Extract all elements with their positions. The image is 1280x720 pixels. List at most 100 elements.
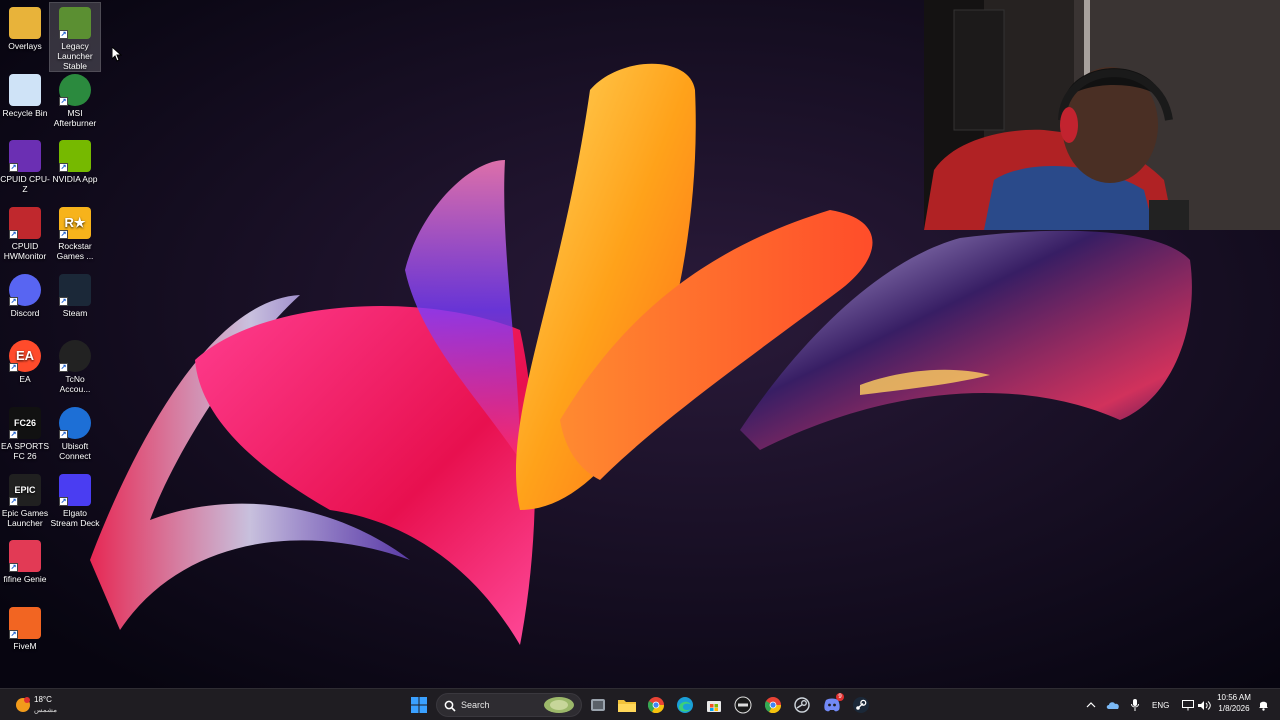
desktop-icon-label: Elgato Stream Deck <box>50 508 100 528</box>
desktop-icon-label: Recycle Bin <box>2 108 48 118</box>
desktop-icon-folder[interactable]: Overlays <box>0 3 50 51</box>
desktop-icon-rockstar[interactable]: R★ ↗ Rockstar Games ... <box>50 203 100 261</box>
chrome-icon <box>765 697 781 713</box>
show-hidden-icons-button[interactable] <box>1082 693 1100 717</box>
shortcut-arrow-icon: ↗ <box>59 430 68 439</box>
hwmonitor-icon: ↗ <box>9 207 41 239</box>
weather-widget[interactable]: 18°C مشمس <box>12 692 72 718</box>
desktop-icon-label: Ubisoft Connect <box>59 441 91 461</box>
folder-icon <box>9 7 41 39</box>
edge-icon <box>677 697 693 713</box>
ea-fc-icon: FC26 ↗ <box>9 407 41 439</box>
shortcut-arrow-icon: ↗ <box>9 497 18 506</box>
desktop-icon-nvidia[interactable]: ↗ NVIDIA App <box>50 136 100 184</box>
nvidia-icon: ↗ <box>59 140 91 172</box>
desktop-icon-fivem[interactable]: ↗ FiveM <box>0 603 50 651</box>
shortcut-arrow-icon: ↗ <box>9 630 18 639</box>
tcno-icon: ↗ <box>59 340 91 372</box>
microphone-icon <box>1131 699 1139 711</box>
chrome-button[interactable] <box>644 693 668 717</box>
shortcut-arrow-icon: ↗ <box>9 430 18 439</box>
desktop-icon-label: TcNo Accou... <box>59 374 91 394</box>
desktop-icon-hwmonitor[interactable]: ↗ CPUID HWMonitor <box>0 203 50 261</box>
shortcut-arrow-icon: ↗ <box>59 30 68 39</box>
shortcut-arrow-icon: ↗ <box>59 297 68 306</box>
desktop-icon-ea[interactable]: EA ↗ EA <box>0 336 50 384</box>
desktop-icon-label: Legacy Launcher Stable <box>57 41 93 71</box>
shortcut-arrow-icon: ↗ <box>59 97 68 106</box>
desktop-icon-ea-fc[interactable]: FC26 ↗ EA SPORTS FC 26 <box>0 403 50 461</box>
notifications-button[interactable] <box>1255 693 1271 717</box>
desktop-icon-label: Steam <box>62 308 88 318</box>
discord-taskbar-button[interactable]: 9 <box>820 693 844 717</box>
search-icon <box>444 700 456 712</box>
epic-games-icon: EPIC ↗ <box>9 474 41 506</box>
volume-icon <box>1197 700 1211 710</box>
cpu-z-icon: ↗ <box>9 140 41 172</box>
desktop-icon-msi-afterburner[interactable]: ↗ MSI Afterburner <box>50 70 100 128</box>
tcno-taskbar-button[interactable] <box>731 693 755 717</box>
cloud-icon <box>1106 702 1119 709</box>
shortcut-arrow-icon: ↗ <box>59 363 68 372</box>
clock[interactable]: 10:56 AM 1/8/2026 <box>1212 692 1256 718</box>
microphone-tray-button[interactable] <box>1125 693 1145 717</box>
weather-temperature: 18°C <box>34 695 52 704</box>
shortcut-arrow-icon: ↗ <box>9 563 18 572</box>
network-icon <box>1181 699 1194 710</box>
network-volume-tray-button[interactable] <box>1176 693 1216 717</box>
desktop-icon-fifine[interactable]: ↗ fifine Genie <box>0 536 50 584</box>
discord-notification-badge: 9 <box>836 693 844 701</box>
microsoft-store-button[interactable] <box>702 693 726 717</box>
file-explorer-icon <box>618 700 636 712</box>
desktop-icon-label: Discord <box>10 308 40 318</box>
desktop-icon-epic-games[interactable]: EPIC ↗ Epic Games Launcher <box>0 470 50 528</box>
steam-taskbar-button[interactable] <box>849 693 873 717</box>
desktop-icon-label: CPUID CPU-Z <box>0 174 50 194</box>
desktop-icon-steam[interactable]: ↗ Steam <box>50 270 100 318</box>
icon-glyph: EPIC <box>14 485 36 495</box>
minecraft-grass-block-icon: ↗ <box>59 7 91 39</box>
search-label: Search <box>461 700 490 710</box>
shortcut-arrow-icon: ↗ <box>9 163 18 172</box>
desktop-icon-ubisoft[interactable]: ↗ Ubisoft Connect <box>50 403 100 461</box>
desktop-icon-label: EA <box>19 374 31 384</box>
icon-glyph: EA <box>15 348 35 363</box>
desktop-icon-label: fifine Genie <box>3 574 47 584</box>
desktop-icon-tcno[interactable]: ↗ TcNo Accou... <box>50 336 100 394</box>
desktop-icon-label: CPUID HWMonitor <box>3 241 47 261</box>
msi-afterburner-icon: ↗ <box>59 74 91 106</box>
sun-icon <box>16 697 30 712</box>
shortcut-arrow-icon: ↗ <box>9 230 18 239</box>
steam-icon: ↗ <box>59 274 91 306</box>
weather-condition: مشمس <box>34 707 57 714</box>
steam-client-icon <box>794 697 810 713</box>
microsoft-store-icon <box>707 701 721 712</box>
shortcut-arrow-icon: ↗ <box>59 163 68 172</box>
desktop-icon-discord[interactable]: ↗ Discord <box>0 270 50 318</box>
start-button[interactable] <box>407 693 431 717</box>
edge-button[interactable] <box>673 693 697 717</box>
desktop-icon-minecraft-grass-block[interactable]: ↗ Legacy Launcher Stable <box>49 2 101 72</box>
fifine-icon: ↗ <box>9 540 41 572</box>
search-input[interactable]: Search <box>436 693 582 717</box>
fivem-icon: ↗ <box>9 607 41 639</box>
desktop-icon-stream-deck[interactable]: ↗ Elgato Stream Deck <box>50 470 100 528</box>
shortcut-arrow-icon: ↗ <box>59 230 68 239</box>
file-explorer-button[interactable] <box>615 693 639 717</box>
desktop-icon-recycle-bin[interactable]: Recycle Bin <box>0 70 50 118</box>
language-indicator[interactable]: ENG <box>1152 701 1169 710</box>
onedrive-tray-button[interactable] <box>1103 693 1123 717</box>
shortcut-arrow-icon: ↗ <box>59 497 68 506</box>
chrome-profile-button[interactable] <box>761 693 785 717</box>
stream-deck-icon: ↗ <box>59 474 91 506</box>
steam-client-button[interactable] <box>790 693 814 717</box>
desktop-icon-label: Rockstar Games ... <box>56 241 94 261</box>
bell-icon <box>1258 701 1268 711</box>
ubisoft-icon: ↗ <box>59 407 91 439</box>
task-view-button[interactable] <box>586 693 610 717</box>
taskbar: 18°C مشمس Search 9 ENG 10:56 AM 1/8/2026 <box>0 688 1280 720</box>
ea-icon: EA ↗ <box>9 340 41 372</box>
task-view-icon <box>591 699 605 711</box>
icon-glyph: FC26 <box>13 418 36 428</box>
desktop-icon-cpu-z[interactable]: ↗ CPUID CPU-Z <box>0 136 50 194</box>
